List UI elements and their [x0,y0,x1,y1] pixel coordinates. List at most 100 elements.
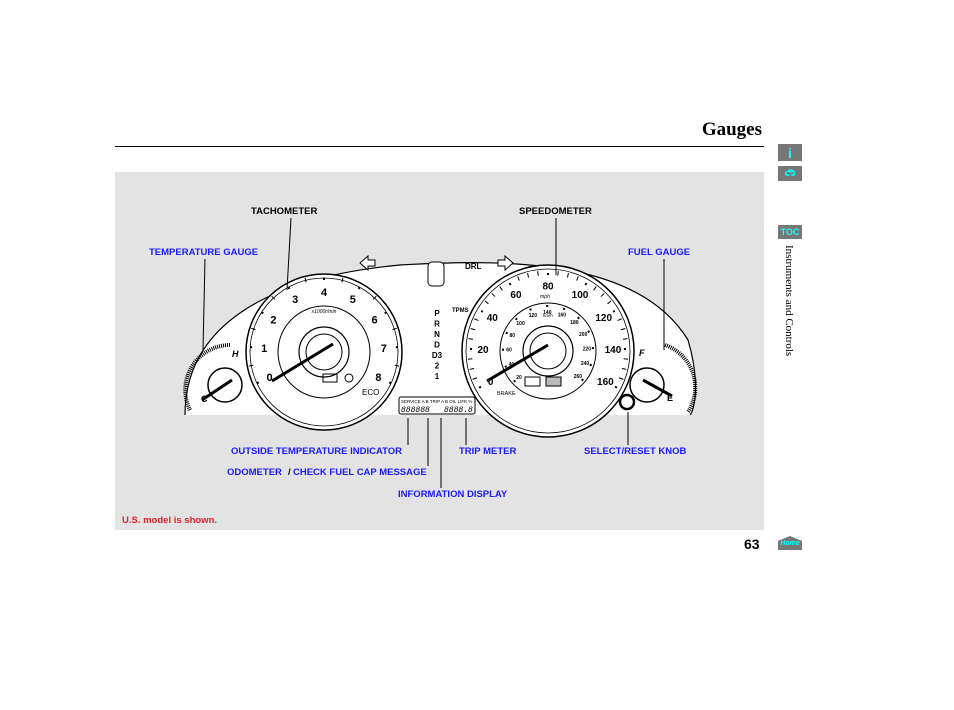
speed-kmh-number: 140 [543,310,552,316]
page-number: 63 [744,536,760,552]
tach-number: 4 [321,287,328,299]
select-reset-knob-link[interactable]: SELECT/RESET KNOB [584,446,686,457]
tach-number: 3 [292,294,298,306]
display-legend: SERVICE A B TRIP A B OIL LIFE % [401,399,472,404]
tach-unit-label: x1000r/min [311,309,337,315]
maintenance-icon [545,376,562,387]
check-fuel-cap-icon [524,376,541,387]
speed-mph-tick [612,309,616,313]
speed-mph-number: 60 [510,290,522,301]
speed-kmh-tick [589,363,593,367]
tach-tick [256,381,260,385]
tach-tick [384,311,387,315]
info-icon[interactable]: i [778,144,802,161]
speed-kmh-number: 160 [558,312,567,318]
speed-kmh-number: 80 [509,333,515,339]
tach-number: 6 [372,315,378,327]
speed-mph-number: 140 [605,345,622,356]
tachometer-label: TACHOMETER [251,206,318,217]
gear-letter: D [434,341,440,350]
speed-mph-tick [468,338,473,340]
tach-tick [357,286,361,290]
odometer-link[interactable]: ODOMETER [227,467,282,478]
tpms-label: TPMS [452,308,469,314]
fuel-gauge-link[interactable]: FUEL GAUGE [628,247,690,258]
tach-number: 1 [261,343,267,355]
tach-tick [261,311,264,315]
speed-mph-tick [478,385,482,389]
tach-number: 8 [375,372,381,384]
speed-mph-number: 40 [487,313,499,324]
brake-indicator: BRAKE [497,391,516,397]
speed-kmh-tick [529,308,532,311]
gear-letter: D3 [432,351,443,360]
speed-kmh-number: 120 [529,313,538,319]
tach-number: 0 [267,372,273,384]
speed-kmh-number: 60 [506,348,512,354]
speed-kmh-tick [513,379,516,383]
gear-letter: R [434,320,440,329]
speed-kmh-number: 240 [581,361,590,367]
speedometer-label: SPEEDOMETER [519,206,592,217]
speed-kmh-tick [504,365,508,368]
speed-mph-tick [584,282,588,286]
speed-kmh-number: 200 [579,332,588,338]
speed-kmh-tick [505,331,509,335]
gear-letter: 1 [435,372,440,381]
door-open-icon [427,261,445,287]
speed-kmh-number: 220 [583,346,592,352]
trip-digits: 8888.8 [444,406,473,415]
speed-mph-tick [537,271,539,276]
car-icon[interactable]: 🚗︎ [778,166,802,181]
speed-mph-number: 100 [572,290,589,301]
instrument-cluster-illustration: H C F E x1000r/min ECO 012345678 PRNDD32… [183,217,698,488]
speed-kmh-number: 20 [516,375,522,381]
speed-mph-number: 0 [488,377,494,388]
speed-mph-number: 120 [595,313,612,324]
speedometer-dial: mph km/h BRAKE 0204060801001201401602040… [461,264,635,438]
gear-letter: 2 [435,362,440,371]
tach-number: 7 [381,343,387,355]
temperature-gauge-link[interactable]: TEMPERATURE GAUGE [149,247,258,258]
speed-mph-number: 20 [477,345,489,356]
tach-tick [287,286,291,290]
toc-button[interactable]: TOC [778,225,802,239]
speed-mph-tick [480,309,484,313]
drl-indicator: DRL [465,262,482,271]
speed-kmh-tick [577,316,580,320]
speed-kmh-number: 40 [509,362,515,368]
speed-kmh-number: 260 [574,374,583,380]
information-display-link[interactable]: INFORMATION DISPLAY [398,489,507,500]
check-fuel-cap-link[interactable]: CHECK FUEL CAP MESSAGE [293,467,427,478]
speed-kmh-tick [562,307,566,311]
label-separator: / [288,467,291,478]
speed-kmh-number: 100 [516,321,525,327]
tach-number: 2 [270,315,276,327]
information-display: SERVICE A B TRIP A B OIL LIFE % 888888 8… [398,396,476,415]
speed-mph-tick [623,338,628,340]
section-title: Instruments and Controls [783,245,795,357]
odometer-digits: 888888 [401,406,430,415]
speed-mph-number: 160 [597,377,614,388]
temp-cold-label: C [201,394,208,404]
tach-tick [388,381,392,385]
tachometer-dial: x1000r/min ECO 0 1 2 3 4 5 6 7 8 [245,273,403,431]
mph-unit-label: mph [540,294,550,300]
temp-hot-label: H [232,349,239,359]
gear-letter: P [434,309,440,318]
select-reset-knob [618,393,636,411]
gear-letter: N [434,330,440,339]
speed-mph-tick [557,271,559,276]
speed-kmh-number: 180 [570,320,579,326]
fuel-full-label: F [639,348,645,358]
tach-number: 5 [350,294,356,306]
manual-page: Gauges H C F E x1000r/min ECO 0 1 2 3 4 … [0,0,954,710]
eco-indicator: ECO [362,388,379,397]
trip-meter-link[interactable]: TRIP METER [459,446,516,457]
speed-mph-tick [508,282,512,286]
model-note: U.S. model is shown. [122,515,218,526]
fuel-empty-label: E [667,393,673,403]
outside-temperature-link[interactable]: OUTSIDE TEMPERATURE INDICATOR [231,446,402,457]
speed-mph-number: 80 [542,282,554,293]
speed-kmh-tick [514,317,518,321]
